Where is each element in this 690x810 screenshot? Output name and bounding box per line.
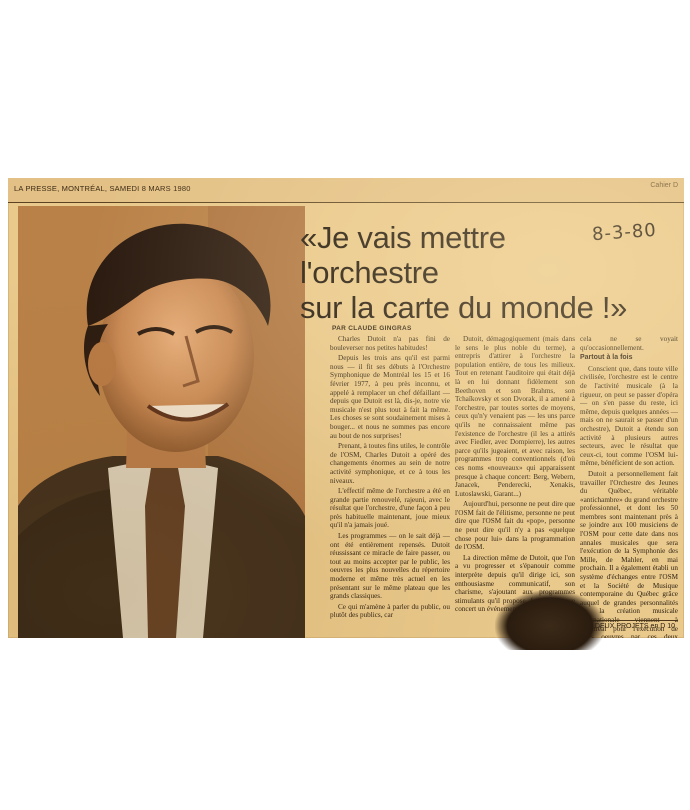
byline: PAR CLAUDE GINGRAS	[332, 325, 412, 332]
article-column-3: cela ne se voyait qu'occasionnellement. …	[580, 335, 678, 638]
handwritten-date: 8-3-80	[591, 219, 658, 246]
paragraph: cela ne se voyait qu'occasionnellement.	[580, 335, 678, 352]
newspaper-clipping: LA PRESSE, MONTRÉAL, SAMEDI 8 MARS 1980 …	[8, 178, 684, 638]
article-column-1: Charles Dutoit n'a pas fini de boulevers…	[330, 335, 450, 622]
header-rule	[8, 202, 684, 203]
section-stamp: Cahier D	[650, 182, 678, 189]
subheading: Partout à la fois	[580, 354, 633, 362]
headline-line-3: sur la carte du monde !»	[300, 290, 628, 325]
paragraph: Charles Dutoit n'a pas fini de boulevers…	[330, 335, 450, 352]
headline-line-2: l'orchestre	[300, 255, 439, 290]
paragraph: Dutoit, démagogiquement (mais dans le se…	[455, 335, 575, 498]
paragraph: Prenant, à toutes fins utiles, le contrô…	[330, 442, 450, 485]
dateline: LA PRESSE, MONTRÉAL, SAMEDI 8 MARS 1980	[14, 184, 191, 193]
paragraph: L'effectif même de l'orchestre a été en …	[330, 487, 450, 530]
paragraph: Conscient que, dans toute ville civilisé…	[580, 364, 678, 468]
paragraph: Aujourd'hui, personne ne peut dire que l…	[455, 500, 575, 552]
portrait-photo	[18, 206, 305, 638]
paragraph: Ce qui m'amène à parler du public, ou pl…	[330, 602, 450, 620]
thumb-shadow	[495, 590, 605, 650]
paragraph: Les programmes — on le sait déjà — ont é…	[330, 532, 450, 601]
article-column-2: Dutoit, démagogiquement (mais dans le se…	[455, 335, 575, 616]
paragraph: Depuis les trois ans qu'il est parmi nou…	[330, 354, 450, 440]
page-header-strip: LA PRESSE, MONTRÉAL, SAMEDI 8 MARS 1980 …	[8, 178, 684, 203]
